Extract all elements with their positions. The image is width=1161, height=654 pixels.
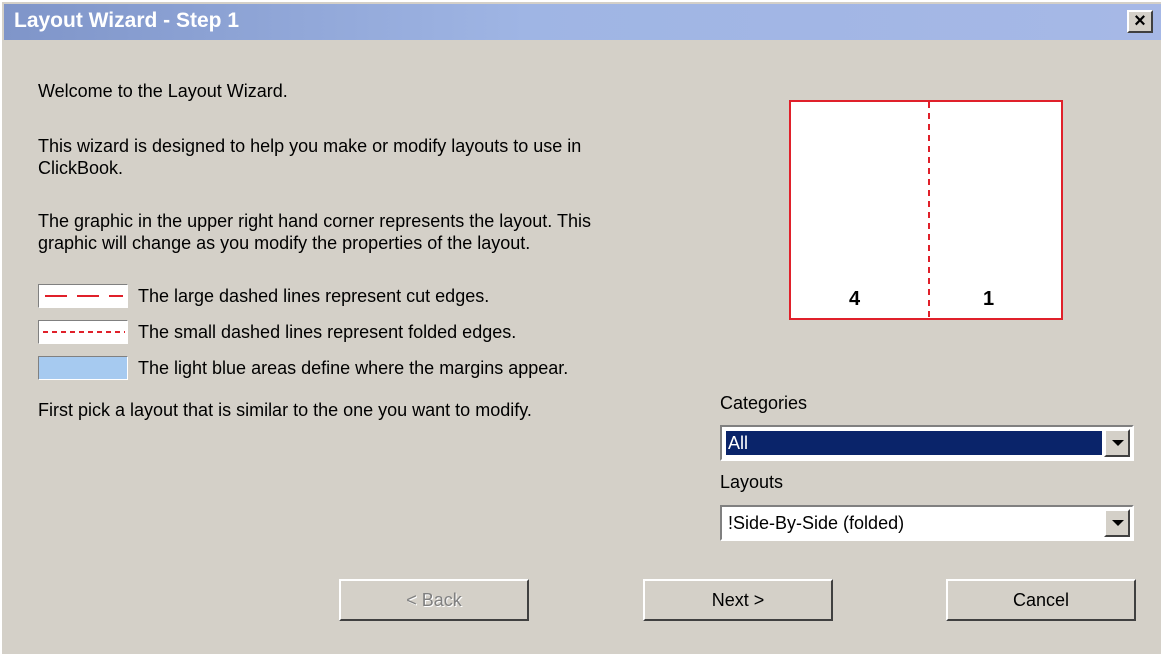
categories-label: Categories — [720, 393, 808, 413]
fold-line — [928, 102, 930, 318]
categories-value: All — [726, 431, 1102, 455]
window-title: Layout Wizard - Step 1 — [14, 9, 240, 32]
categories-dropdown[interactable]: All — [720, 425, 1134, 461]
instruction-text: First pick a layout that is similar to t… — [38, 400, 532, 420]
layouts-dropdown-arrow-icon[interactable] — [1104, 509, 1130, 537]
layout-wizard-dialog: Layout Wizard - Step 1 × Welcome to the … — [0, 0, 1161, 654]
title-bar[interactable]: Layout Wizard - Step 1 × — [4, 4, 1161, 40]
next-button[interactable]: Next > — [643, 579, 833, 621]
graphic-note-line-2: graphic will change as you modify the pr… — [38, 233, 531, 253]
back-button[interactable]: < Back — [339, 579, 529, 621]
close-button[interactable]: × — [1127, 10, 1153, 33]
graphic-note-line-1: The graphic in the upper right hand corn… — [38, 211, 591, 231]
margin-swatch — [38, 356, 128, 380]
preview-page-right: 1 — [983, 288, 995, 310]
description-line-2: ClickBook. — [38, 158, 124, 178]
layouts-dropdown[interactable]: !Side-By-Side (folded) — [720, 505, 1134, 541]
layout-preview: 4 1 — [789, 100, 1063, 320]
cut-edge-swatch — [38, 284, 128, 308]
cancel-button[interactable]: Cancel — [946, 579, 1136, 621]
fold-edge-swatch — [38, 320, 128, 344]
cut-edge-legend: The large dashed lines represent cut edg… — [138, 286, 490, 306]
description-line-1: This wizard is designed to help you make… — [38, 136, 582, 156]
fold-edge-legend: The small dashed lines represent folded … — [138, 322, 517, 342]
layouts-label: Layouts — [720, 472, 784, 492]
layouts-value: !Side-By-Side (folded) — [728, 513, 905, 533]
margin-legend: The light blue areas define where the ma… — [138, 358, 569, 378]
categories-dropdown-arrow-icon[interactable] — [1104, 429, 1130, 457]
preview-page-left: 4 — [849, 288, 861, 310]
welcome-text: Welcome to the Layout Wizard. — [38, 81, 288, 101]
